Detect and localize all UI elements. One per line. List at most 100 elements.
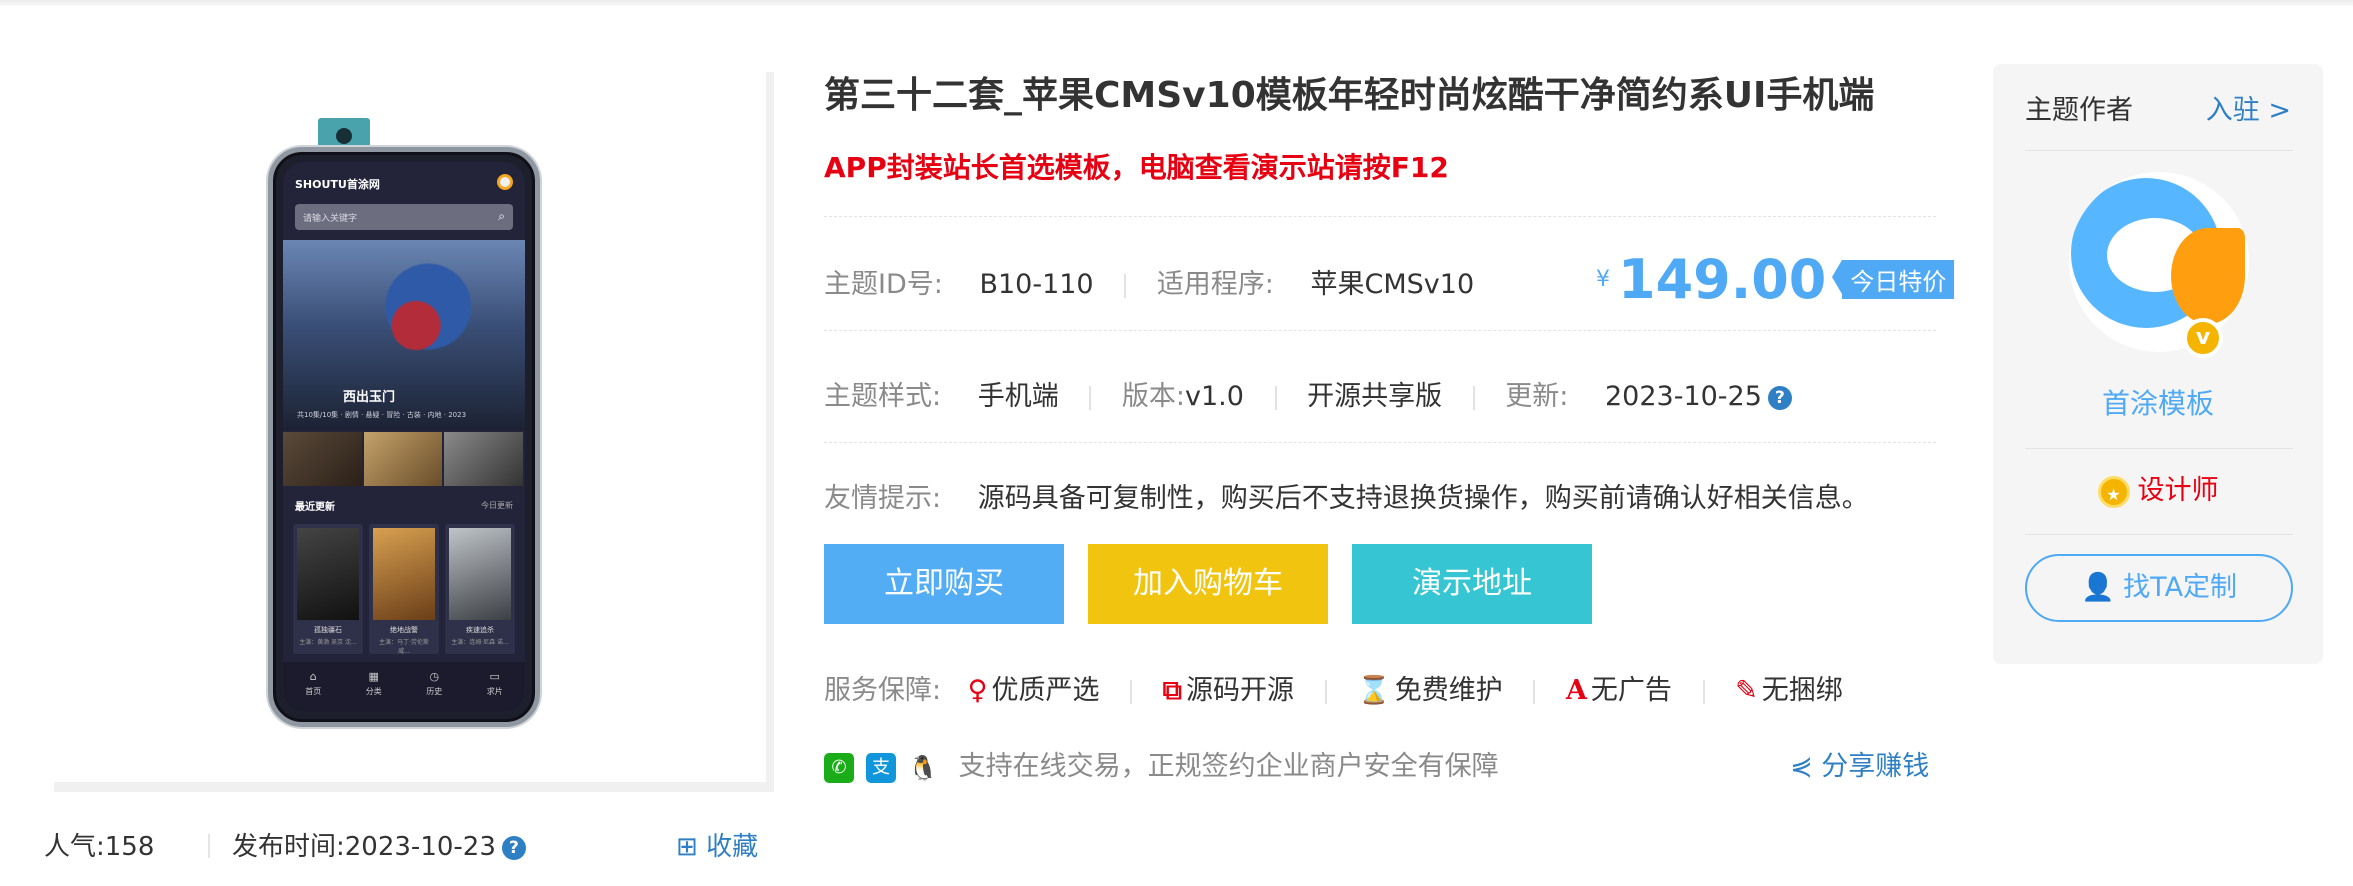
info-divider: [1089, 385, 1092, 410]
app-tab-label: 求片: [486, 687, 503, 696]
info-row-style: 主题样式: 手机端 版本:v1.0 开源共享版 更新: 2023-10-25?: [824, 374, 1792, 413]
home-icon: ⌂: [309, 670, 317, 683]
license-value: 开源共享版: [1307, 381, 1443, 412]
product-meta: 人气:158 发布时间:2023-10-23? ⊞ 收藏: [44, 826, 784, 866]
poster-sub: 主演：黄渤 吴京 沈...: [299, 639, 357, 646]
demo-link-button[interactable]: 演示地址: [1352, 544, 1592, 624]
author-avatar[interactable]: [2069, 172, 2249, 352]
hourglass-icon: ⌛: [1357, 675, 1391, 706]
author-role: ★ 设计师: [1993, 468, 2323, 508]
tip-label: 友情提示:: [824, 483, 942, 514]
app-tab-label: 历史: [426, 687, 443, 696]
plus-square-icon: ⊞: [676, 832, 698, 862]
poster-sub: 主演：马丁·劳伦斯 威...: [379, 639, 429, 655]
copy-icon: ⧉: [1162, 675, 1182, 706]
update-label: 更新:: [1505, 381, 1569, 412]
favorite-link[interactable]: ⊞ 收藏: [676, 826, 758, 863]
clock-icon: ◷: [429, 670, 440, 683]
custom-order-button[interactable]: 👤 找TA定制: [2025, 554, 2293, 622]
share-icon: ⋞: [1790, 751, 1813, 782]
share-label: 分享赚钱: [1821, 751, 1930, 782]
alipay-icon: 支: [866, 752, 896, 783]
poster-title: 绝地战警: [390, 626, 418, 634]
app-tab-home: ⌂ 首页: [283, 662, 344, 712]
phone-screen: SHOUTU首涂网 请输入关键字 ⌕ 西出玉门 共10集/10集 · 剧情 · …: [283, 162, 525, 712]
info-divider: [1472, 385, 1475, 410]
theme-id-label: 主题ID号:: [824, 269, 943, 300]
wrench-icon: ✎: [1735, 675, 1758, 706]
preview-image[interactable]: SHOUTU首涂网 请输入关键字 ⌕ 西出玉门 共10集/10集 · 剧情 · …: [54, 72, 774, 792]
program-label: 适用程序:: [1156, 269, 1274, 300]
product-title: 第三十二套_苹果CMSv10模板年轻时尚炫酷干净简约系UI手机端: [824, 75, 1875, 116]
currency-symbol: ¥: [1596, 267, 1610, 292]
share-earn-link[interactable]: ⋞ 分享赚钱: [1790, 744, 1929, 783]
version-label: 版本:: [1121, 381, 1185, 412]
publish-time: 发布时间:2023-10-23?: [232, 826, 526, 863]
author-card-title: 主题作者: [2025, 95, 2133, 126]
author-name[interactable]: 首涂模板: [1993, 382, 2323, 422]
poster-sub: 主演：连姆·尼森 诺...: [451, 639, 509, 646]
divider: [2025, 534, 2293, 535]
service-item: 优质严选: [991, 675, 1100, 706]
search-icon: ⌕: [498, 209, 505, 223]
banner-subtitle: 共10集/10集 · 剧情 · 悬疑 · 冒险 · 古装 · 内地 · 2023: [297, 411, 467, 419]
app-tab-category: ▦ 分类: [344, 662, 405, 712]
poster-title: 疾速追杀: [466, 626, 494, 634]
service-item: 免费维护: [1394, 675, 1503, 706]
wechat-pay-icon: ✆: [824, 752, 854, 783]
poster-list: 孤独疆石 主演：黄渤 吴京 沈... 绝地战警 主演：马丁·劳伦斯 威... 疾…: [293, 524, 515, 655]
app-brand: SHOUTU首涂网: [295, 178, 380, 191]
service-item: 源码开源: [1185, 675, 1294, 706]
grid-icon: ▦: [368, 670, 379, 683]
qq-icon: 🐧: [908, 752, 938, 783]
app-tab-label: 分类: [365, 687, 382, 696]
product-subtitle: APP封装站长首选模板，电脑查看演示站请按F12: [824, 151, 1449, 184]
pin-icon: ♀: [967, 675, 988, 706]
service-guarantee: 服务保障: ♀ 优质严选 ⧉ 源码开源 ⌛ 免费维护 A 无广告 ✎ 无捆绑: [824, 668, 1843, 707]
poster-card: 疾速追杀 主演：连姆·尼森 诺...: [445, 524, 515, 654]
message-icon: ▭: [489, 670, 500, 683]
popularity: 人气:158: [44, 826, 154, 863]
buy-now-button[interactable]: 立即购买: [824, 544, 1064, 624]
app-search-bar: 请输入关键字 ⌕: [295, 204, 513, 230]
app-search-placeholder: 请输入关键字: [303, 214, 358, 224]
program-value: 苹果CMSv10: [1310, 269, 1475, 300]
popularity-label: 人气:: [44, 832, 105, 862]
app-tab-history: ◷ 历史: [404, 662, 465, 712]
meta-divider: [208, 834, 210, 858]
question-icon[interactable]: ?: [1767, 385, 1792, 410]
poster-image: [297, 528, 359, 620]
app-tabbar: ⌂ 首页 ▦ 分类 ◷ 历史 ▭ 求片: [283, 662, 525, 712]
payment-text: 支持在线交易，正规签约企业商户安全有保障: [958, 751, 1499, 782]
custom-order-label: 找TA定制: [2123, 572, 2238, 603]
divider: [824, 442, 1936, 443]
service-divider: [1702, 679, 1705, 704]
publish-value: 2023-10-23: [344, 832, 496, 862]
style-value: 手机端: [977, 381, 1059, 412]
poster-card: 孤独疆石 主演：黄渤 吴京 沈...: [293, 524, 363, 654]
banner-title: 西出玉门: [343, 390, 396, 405]
info-row-id: 主题ID号: B10-110 适用程序: 苹果CMSv10: [824, 262, 1474, 301]
recent-heading: 最近更新: [295, 502, 335, 513]
service-divider: [1324, 679, 1327, 704]
poster-image: [373, 528, 435, 620]
divider: [2025, 150, 2293, 151]
medal-icon: ★: [2097, 475, 2130, 508]
author-card: 主题作者 入驻 > v 首涂模板 ★ 设计师 👤 找TA定制: [1993, 64, 2323, 664]
service-divider: [1130, 679, 1133, 704]
phone-mockup: SHOUTU首涂网 请输入关键字 ⌕ 西出玉门 共10集/10集 · 剧情 · …: [268, 147, 540, 727]
poster-card: 绝地战警 主演：马丁·劳伦斯 威...: [369, 524, 439, 655]
no-ads-icon: A: [1565, 675, 1587, 706]
join-link[interactable]: 入驻 >: [2206, 88, 2291, 127]
verified-icon: v: [2183, 318, 2223, 358]
publish-label: 发布时间:: [232, 832, 345, 862]
version-value: v1.0: [1185, 381, 1244, 412]
question-icon[interactable]: ?: [501, 835, 526, 860]
update-value: 2023-10-25: [1605, 381, 1762, 412]
service-item: 无广告: [1590, 675, 1672, 706]
app-avatar: [497, 174, 513, 190]
thumbnail-strip: [283, 432, 525, 486]
price-amount: 149.00: [1618, 248, 1827, 311]
add-to-cart-button[interactable]: 加入购物车: [1088, 544, 1328, 624]
author-role-label: 设计师: [2137, 475, 2219, 506]
